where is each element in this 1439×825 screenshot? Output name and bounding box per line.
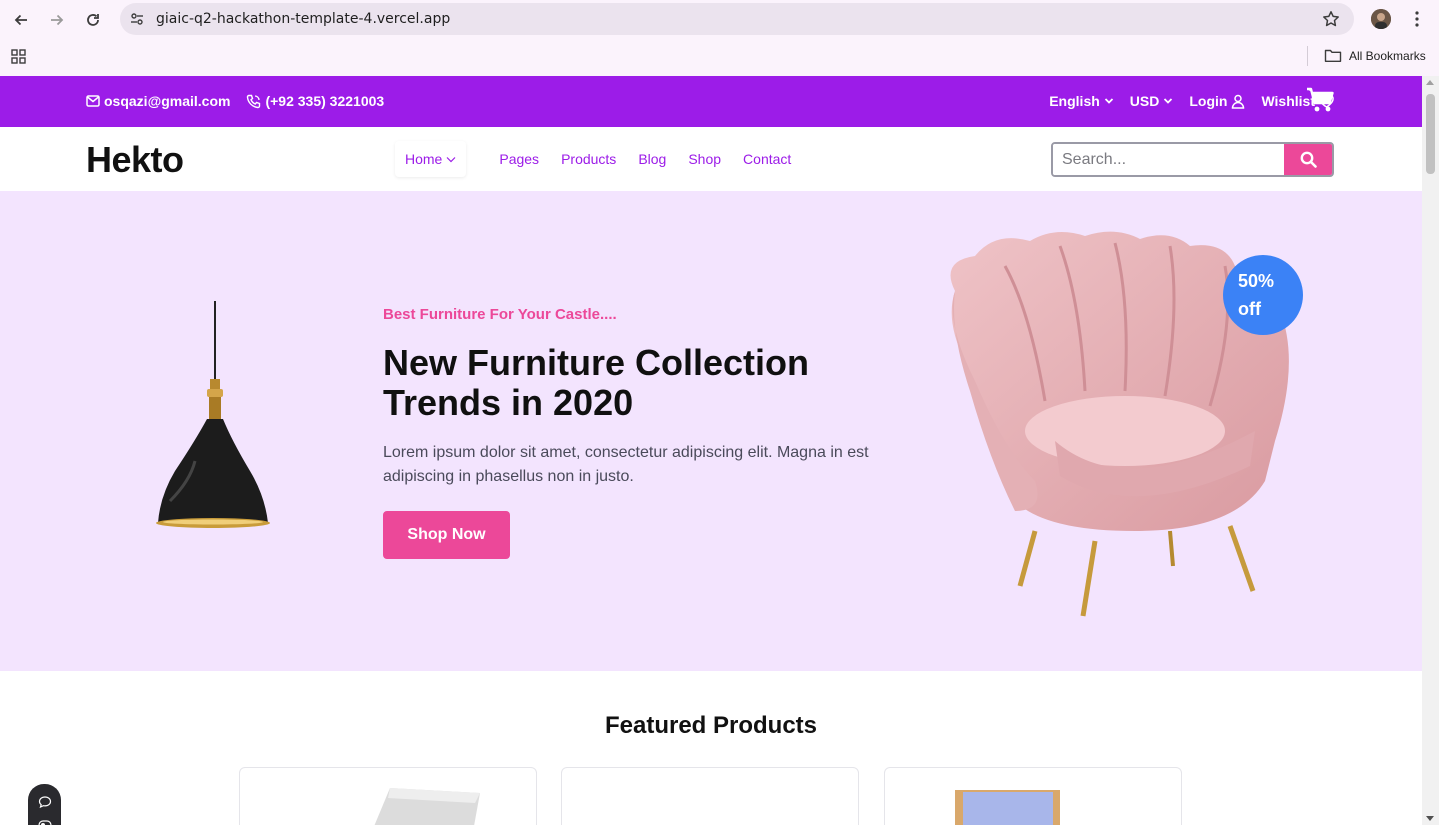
pendant-lamp-image [150, 301, 274, 536]
bookmarks-divider [1307, 46, 1308, 66]
hero-description: Lorem ipsum dolor sit amet, consectetur … [383, 444, 869, 485]
address-bar[interactable]: giaic-q2-hackathon-template-4.vercel.app [120, 3, 1354, 35]
product-image [955, 790, 1060, 825]
bookmarks-bar: All Bookmarks [0, 38, 1439, 76]
hero-text: Best Furniture For Your Castle.... New F… [383, 306, 903, 489]
browser-menu-icon[interactable] [1409, 9, 1425, 34]
search-box [1051, 142, 1334, 177]
login-link[interactable]: Login [1189, 93, 1245, 109]
hero-title: New Furniture Collection Trends in 2020 [383, 343, 903, 423]
toggle-icon[interactable] [37, 820, 52, 825]
product-image [374, 788, 480, 825]
nav-products[interactable]: Products [560, 141, 617, 177]
email-text: osqazi@gmail.com [104, 93, 231, 109]
nav-blog[interactable]: Blog [637, 141, 667, 177]
nav-home-label: Home [405, 151, 443, 167]
nav-shop[interactable]: Shop [687, 141, 722, 177]
hero-section: Best Furniture For Your Castle.... New F… [0, 191, 1422, 671]
nav-pages[interactable]: Pages [498, 141, 540, 177]
back-icon[interactable] [10, 9, 32, 31]
badge-off: off [1238, 299, 1261, 319]
badge-percent: 50% [1238, 271, 1275, 291]
chevron-down-icon [1104, 98, 1113, 104]
browser-toolbar: giaic-q2-hackathon-template-4.vercel.app [0, 0, 1439, 38]
hero-eyebrow: Best Furniture For Your Castle.... [383, 306, 617, 323]
featured-products-title: Featured Products [604, 712, 818, 739]
currency-label: USD [1129, 93, 1160, 109]
search-input[interactable] [1053, 144, 1284, 175]
chat-icon[interactable] [38, 795, 52, 809]
apps-grid-icon[interactable] [11, 49, 26, 69]
cart-icon[interactable] [1306, 87, 1335, 116]
hero-title-line2: Trends in 2020 [383, 382, 634, 423]
url-text: giaic-q2-hackathon-template-4.vercel.app [156, 11, 451, 27]
reload-icon[interactable] [82, 9, 104, 31]
forward-icon[interactable] [46, 9, 68, 31]
scroll-thumb[interactable] [1426, 94, 1435, 174]
phone-contact[interactable]: (+92 335) 3221003 [246, 93, 384, 109]
scroll-down-arrow[interactable] [1426, 816, 1434, 821]
scroll-up-arrow[interactable] [1426, 80, 1434, 85]
hero-title-line1: New Furniture Collection [383, 342, 810, 383]
shop-now-button[interactable]: Shop Now [383, 511, 510, 559]
product-card[interactable] [239, 767, 537, 825]
nav-contact[interactable]: Contact [742, 141, 792, 177]
floating-toolbar [28, 784, 61, 825]
phone-text: (+92 335) 3221003 [265, 93, 385, 109]
chevron-down-icon [1164, 98, 1173, 104]
language-label: English [1049, 93, 1100, 109]
search-button[interactable] [1284, 144, 1332, 175]
language-select[interactable]: English [1049, 93, 1114, 109]
site-logo[interactable]: Hekto [86, 139, 184, 181]
search-icon [1300, 151, 1317, 168]
all-bookmarks-button[interactable]: All Bookmarks [1324, 48, 1426, 63]
all-bookmarks-label: All Bookmarks [1349, 48, 1426, 63]
login-label: Login [1189, 93, 1228, 109]
phone-icon [247, 94, 261, 108]
discount-badge: 50% off [1223, 255, 1303, 335]
bookmark-star-icon[interactable] [1322, 10, 1340, 33]
folder-icon [1324, 49, 1342, 62]
page-viewport: osqazi@gmail.com (+92 335) 3221003 Engli… [0, 76, 1422, 825]
currency-select[interactable]: USD [1130, 93, 1174, 109]
site-settings-icon[interactable] [129, 11, 145, 32]
mail-icon [86, 95, 100, 107]
chevron-down-icon [446, 156, 456, 162]
product-card[interactable] [561, 767, 859, 825]
main-header: Hekto Home Pages Products Blog Shop Cont… [0, 127, 1422, 191]
main-nav: Home Pages Products Blog Shop Contact [395, 141, 802, 177]
nav-home[interactable]: Home [395, 141, 466, 177]
profile-avatar[interactable] [1371, 9, 1391, 29]
user-icon [1232, 94, 1245, 109]
page-scrollbar[interactable] [1422, 76, 1439, 825]
product-card[interactable] [884, 767, 1182, 825]
top-contact-bar: osqazi@gmail.com (+92 335) 3221003 Engli… [0, 76, 1422, 127]
email-contact[interactable]: osqazi@gmail.com [86, 93, 230, 109]
